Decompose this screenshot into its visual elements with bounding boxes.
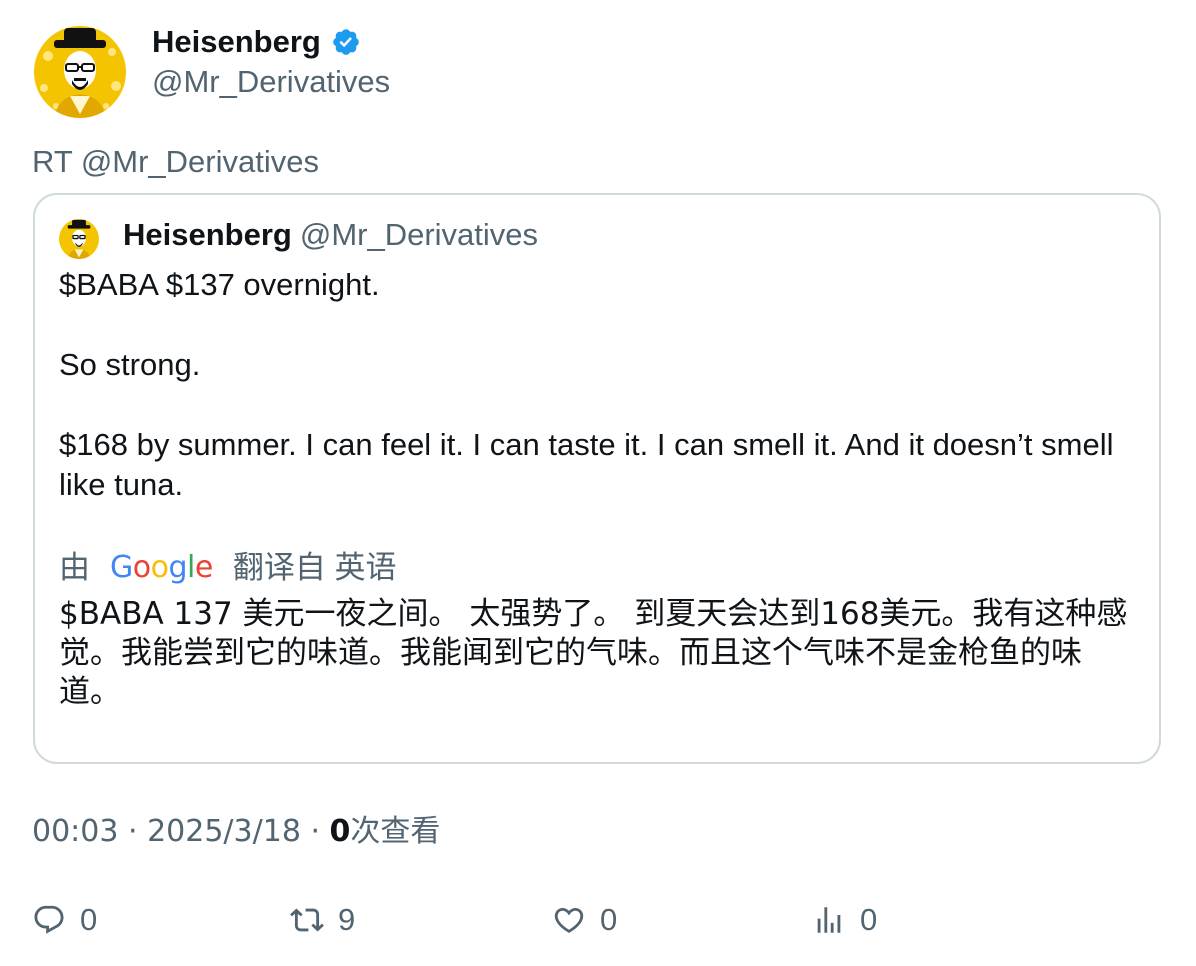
heisenberg-avatar-icon bbox=[59, 219, 99, 259]
like-count: 0 bbox=[600, 902, 618, 937]
translated-text: $BABA 137 美元一夜之间。 太强势了。 到夏天会达到168美元。我有这种… bbox=[59, 596, 1128, 710]
quoted-tweet-text: $BABA $137 overnight. So strong. $168 by… bbox=[59, 265, 1139, 505]
quoted-text-line: $BABA $137 overnight. bbox=[59, 267, 380, 302]
quoted-tweet-card[interactable]: Heisenberg @Mr_Derivatives $BABA $137 ove… bbox=[33, 193, 1161, 764]
reply-count: 0 bbox=[80, 902, 98, 937]
reply-icon bbox=[34, 905, 64, 934]
retweet-button[interactable]: 9 bbox=[290, 898, 355, 942]
author-name-row: Heisenberg bbox=[152, 22, 361, 62]
retweet-count: 9 bbox=[338, 902, 356, 937]
like-button[interactable]: 0 bbox=[552, 898, 617, 942]
quoted-header: Heisenberg @Mr_Derivatives bbox=[123, 215, 538, 255]
quoted-display-name[interactable]: Heisenberg bbox=[123, 217, 292, 252]
quoted-handle[interactable]: @Mr_Derivatives bbox=[300, 217, 538, 252]
views-action-count: 0 bbox=[860, 902, 878, 937]
quoted-text-line: $168 by summer. I can feel it. I can tas… bbox=[59, 427, 1114, 502]
translation-prefix: 由 bbox=[59, 550, 90, 585]
author-display-name[interactable]: Heisenberg bbox=[152, 22, 321, 62]
heisenberg-avatar-icon bbox=[34, 26, 126, 118]
google-logo-icon: Google bbox=[110, 550, 213, 585]
translation-suffix: 翻译自 英语 bbox=[232, 550, 397, 585]
analytics-icon bbox=[817, 907, 841, 933]
verified-badge-icon[interactable] bbox=[331, 27, 361, 57]
author-handle[interactable]: @Mr_Derivatives bbox=[152, 62, 390, 102]
tweet-meta: 00:03 · 2025/3/18 · 0次查看 bbox=[32, 812, 440, 852]
author-avatar[interactable] bbox=[34, 26, 126, 118]
tweet-time[interactable]: 00:03 bbox=[32, 814, 118, 849]
action-bar: 0 9 0 0 bbox=[0, 898, 1196, 942]
tweet-date[interactable]: 2025/3/18 bbox=[147, 814, 301, 849]
translation-attribution[interactable]: 由 Google 翻译自 英语 bbox=[59, 548, 396, 588]
retweet-text: RT @Mr_Derivatives bbox=[32, 144, 319, 179]
quoted-text-line: So strong. bbox=[59, 347, 201, 382]
views-label: 次查看 bbox=[350, 814, 441, 849]
meta-separator: · bbox=[300, 814, 330, 849]
views-count: 0 bbox=[329, 814, 351, 849]
reply-button[interactable]: 0 bbox=[32, 898, 97, 942]
heart-icon bbox=[554, 907, 584, 933]
retweet-icon bbox=[290, 908, 324, 932]
meta-separator: · bbox=[118, 814, 148, 849]
quoted-author-avatar[interactable] bbox=[59, 219, 99, 259]
views-button[interactable]: 0 bbox=[812, 898, 877, 942]
